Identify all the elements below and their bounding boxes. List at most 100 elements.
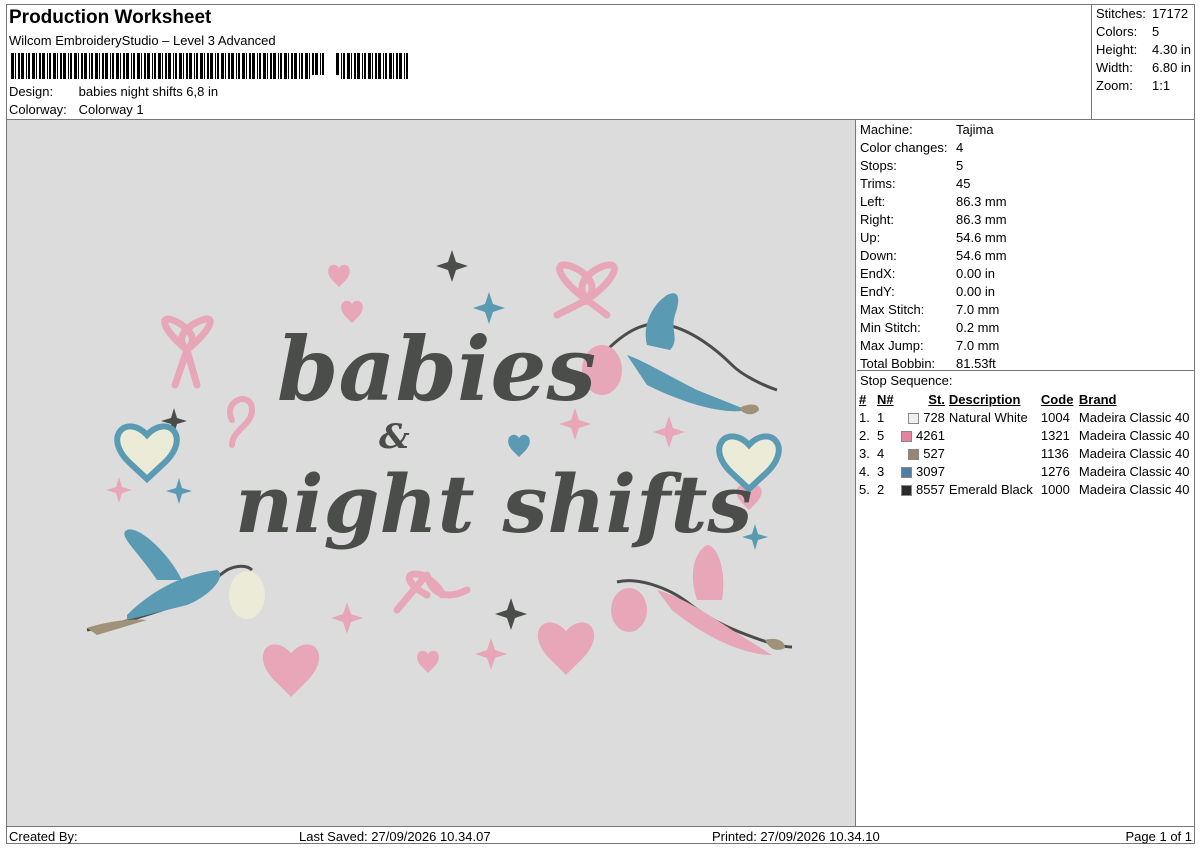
last-saved: Last Saved: 27/09/2026 10.34.07 <box>299 829 491 844</box>
thread-code-cell: 1136 <box>1041 444 1079 462</box>
row-number: 1. <box>859 409 870 425</box>
thread-brand-cell: Madeira Classic 40 <box>1079 408 1193 426</box>
summary-row: Height: 4.30 in <box>1096 42 1191 57</box>
stitch-count-cell: 527 <box>901 444 949 462</box>
info-row: Down: 54.6 mm <box>860 248 1007 263</box>
worksheet-header: Production Worksheet Wilcom EmbroiderySt… <box>7 5 1092 119</box>
info-row: Color changes: 4 <box>860 140 963 155</box>
design-label: Design: <box>9 84 54 99</box>
stitch-count: 3097 <box>916 463 945 479</box>
summary-label: Width: <box>1096 60 1133 75</box>
col-header: # <box>859 392 867 407</box>
table-row: 4. 3 3097 1276 Madeira Classic 40 <box>859 462 1192 480</box>
info-label: Up: <box>860 230 881 245</box>
info-value: 86.3 mm <box>956 194 1007 209</box>
row-number: 2. <box>859 427 870 443</box>
divider <box>857 370 1195 371</box>
summary-row: Stitches: 17172 <box>1096 6 1188 21</box>
info-value: 5 <box>956 158 964 173</box>
row-number-cell: 5. <box>859 480 877 498</box>
worksheet-footer: Created By: Last Saved: 27/09/2026 10.34… <box>7 826 1195 844</box>
colorway-value: Colorway 1 <box>78 102 144 117</box>
col-header: Code <box>1040 392 1074 407</box>
info-value: 54.6 mm <box>956 248 1007 263</box>
info-value: 0.2 mm <box>956 320 1000 335</box>
summary-row: Colors: 5 <box>1096 24 1159 39</box>
thread-code-cell: 1000 <box>1041 480 1079 498</box>
summary-row: Width: 6.80 in <box>1096 60 1191 75</box>
software-name: Wilcom EmbroideryStudio – Level 3 Advanc… <box>9 33 276 48</box>
info-row: Up: 54.6 mm <box>860 230 1007 245</box>
thread-description-cell <box>949 462 1041 480</box>
info-label: Left: <box>860 194 886 209</box>
needle-number-cell: 4 <box>877 444 901 462</box>
row-number-cell: 1. <box>859 408 877 426</box>
page-title: Production Worksheet <box>9 7 212 28</box>
thread-description: Natural White <box>948 409 1028 425</box>
summary-label: Height: <box>1096 42 1138 57</box>
needle-number-cell: 1 <box>877 408 901 426</box>
info-value: 0.00 in <box>956 284 996 299</box>
thread-description-cell <box>949 426 1041 444</box>
design-text-line1: babies <box>277 317 596 421</box>
color-swatch <box>908 448 920 460</box>
stitch-count: 8557 <box>916 481 945 497</box>
needle-number: 1 <box>877 409 885 425</box>
stop-sequence-table: # N# St. Description Code Brand 1. 1 728 Na… <box>859 391 1192 498</box>
thread-description-cell: Emerald Black <box>949 480 1041 498</box>
stitch-count-cell: 3097 <box>901 462 949 480</box>
col-header: Brand <box>1078 392 1117 407</box>
info-label: Trims: <box>860 176 896 191</box>
barcode-image <box>11 53 408 79</box>
design-row: Design: babies night shifts 6,8 in <box>9 84 218 99</box>
summary-label: Zoom: <box>1096 78 1133 93</box>
summary-value: 4.30 in <box>1152 42 1192 57</box>
row-number-cell: 3. <box>859 444 877 462</box>
info-label: EndY: <box>860 284 895 299</box>
question-mark-icon <box>227 396 256 448</box>
needle-number: 4 <box>877 445 885 461</box>
colorway-row: Colorway: Colorway 1 <box>9 102 144 117</box>
stop-sequence-label: Stop Sequence: <box>860 373 953 388</box>
color-swatch <box>901 484 912 496</box>
thread-brand-cell: Madeira Classic 40 <box>1079 444 1193 462</box>
thread-description-cell: Natural White <box>949 408 1041 426</box>
info-row: Right: 86.3 mm <box>860 212 1007 227</box>
design-value: babies night shifts 6,8 in <box>78 84 219 99</box>
thread-brand-cell: Madeira Classic 40 <box>1079 426 1193 444</box>
summary-value: 1:1 <box>1152 78 1171 93</box>
thread-description: Emerald Black <box>948 481 1033 497</box>
thread-brand: Madeira Classic 40 <box>1078 445 1190 461</box>
info-row: Max Stitch: 7.0 mm <box>860 302 999 317</box>
info-row: EndY: 0.00 in <box>860 284 995 299</box>
info-label: EndX: <box>860 266 896 281</box>
info-label: Down: <box>860 248 897 263</box>
col-header: N# <box>877 392 894 407</box>
info-label: Min Stitch: <box>860 320 921 335</box>
stitch-count-cell: 4261 <box>901 426 949 444</box>
info-label: Color changes: <box>860 140 948 155</box>
created-by: Created By: <box>9 829 78 844</box>
thread-code: 1000 <box>1040 481 1070 497</box>
needle-number: 5 <box>877 427 885 443</box>
info-value: 45 <box>956 176 971 191</box>
production-worksheet: Production Worksheet Wilcom EmbroiderySt… <box>6 4 1195 844</box>
table-row: 3. 4 527 1136 Madeira Classic 40 <box>859 444 1192 462</box>
stitch-count-cell: 728 <box>901 408 949 426</box>
info-row: Trims: 45 <box>860 176 970 191</box>
stitch-count: 527 <box>923 445 945 461</box>
info-value: 7.0 mm <box>956 338 1000 353</box>
table-header-row: # N# St. Description Code Brand <box>859 391 1192 408</box>
stitch-count: 4261 <box>916 427 945 443</box>
needle-number-cell: 5 <box>877 426 901 444</box>
info-row: Min Stitch: 0.2 mm <box>860 320 999 335</box>
row-number: 3. <box>859 445 870 461</box>
info-value: 54.6 mm <box>956 230 1007 245</box>
info-label: Max Stitch: <box>860 302 925 317</box>
table-row: 2. 5 4261 1321 Madeira Classic 40 <box>859 426 1192 444</box>
info-value: 7.0 mm <box>956 302 1000 317</box>
thread-brand: Madeira Classic 40 <box>1078 481 1190 497</box>
table-row: 5. 2 8557 Emerald Black 1000 Madeira Classic … <box>859 480 1192 498</box>
col-header: St. <box>928 392 945 407</box>
table-row: 1. 1 728 Natural White 1004 Madeira Classic 4… <box>859 408 1192 426</box>
